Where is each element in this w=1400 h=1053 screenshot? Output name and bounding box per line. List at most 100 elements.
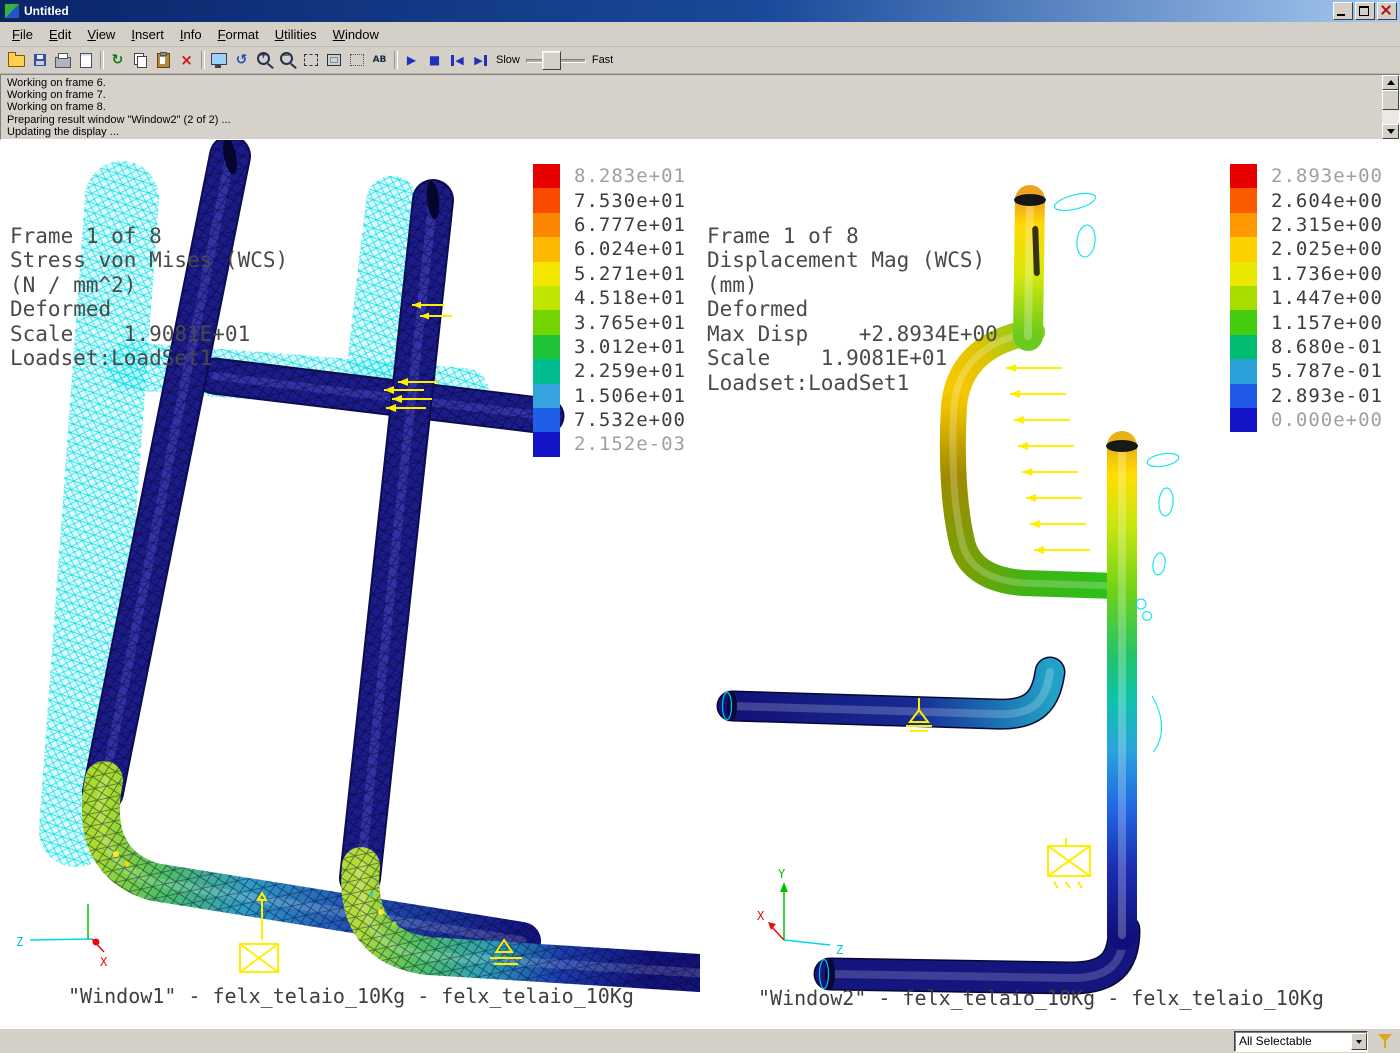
legend-color-patch <box>1230 310 1257 335</box>
scroll-up-button[interactable] <box>1382 75 1399 90</box>
legend-color-patch <box>533 310 560 335</box>
print-button[interactable] <box>51 50 74 70</box>
menu-item-utilities[interactable]: Utilities <box>267 24 325 45</box>
message-line: Working on frame 7. <box>7 89 106 102</box>
header-line: Max Disp +2.8934E+00 <box>707 321 998 346</box>
legend-color-patch <box>1230 285 1257 311</box>
legend-value: 0.000e+00 <box>1271 409 1383 432</box>
legend-color-patch <box>1230 359 1257 384</box>
header-line: (N / mm^2) <box>10 272 137 297</box>
refit-button[interactable] <box>322 50 345 70</box>
message-line: Working on frame 6. <box>7 77 106 89</box>
application-window: Untitled File Edit View Insert Info Format Uti… <box>0 0 1400 1053</box>
minimize-button[interactable] <box>1333 2 1353 20</box>
zoom-in-icon <box>256 51 270 65</box>
maximize-button[interactable] <box>1355 2 1375 20</box>
legend-color-patch <box>533 334 560 360</box>
zoom-out-button[interactable] <box>276 50 299 70</box>
menu-item-window[interactable]: Window <box>325 24 387 45</box>
printer-icon <box>54 53 71 68</box>
legend-row: 2.315e+00 <box>1230 212 1383 238</box>
combo-dropdown-button[interactable] <box>1351 1032 1367 1050</box>
legend-value: 1.506e+01 <box>574 384 686 407</box>
legend-value: 1.447e+00 <box>1271 287 1383 310</box>
legend-row: 7.532e+00 <box>533 407 686 433</box>
step-forward-button[interactable]: ▶ <box>469 50 492 70</box>
message-scrollbar[interactable] <box>1382 75 1399 139</box>
legend-row: 1.736e+00 <box>1230 261 1383 286</box>
paste-button[interactable] <box>152 50 175 70</box>
model-labels-button[interactable]: AB <box>368 50 391 70</box>
stop-button[interactable]: ■ <box>423 50 446 70</box>
status-bar: All Selectable <box>0 1028 1400 1053</box>
print-preview-button[interactable] <box>74 50 97 70</box>
legend-value: 3.012e+01 <box>574 335 686 358</box>
scrollbar-thumb[interactable] <box>1382 90 1399 110</box>
menu-item-edit[interactable]: Edit <box>41 24 79 45</box>
save-icon <box>33 54 46 66</box>
legend-row: 8.283e+01 <box>533 164 686 189</box>
message-area: Working on frame 6. Working on frame 7. Wo… <box>0 74 1400 140</box>
legend-row: 6.777e+01 <box>533 212 686 238</box>
copy-button[interactable] <box>129 50 152 70</box>
csys-window2 <box>768 882 831 946</box>
menu-bar: File Edit View Insert Info Format Utilities Win… <box>0 22 1400 47</box>
axis-label-x: X <box>757 909 765 923</box>
legend-color-patch <box>533 237 560 262</box>
spin-button[interactable]: ↺ <box>230 50 253 70</box>
legend-value: 2.025e+00 <box>1271 238 1383 261</box>
legend-color-patch <box>1230 261 1257 286</box>
scroll-down-button[interactable] <box>1382 124 1399 139</box>
message-lines: Working on frame 6. Working on frame 7. Wo… <box>1 75 1399 138</box>
legend-value: 7.530e+01 <box>574 189 686 212</box>
select-box-button[interactable] <box>345 50 368 70</box>
selection-filter-select[interactable]: All Selectable <box>1234 1030 1368 1052</box>
menu-item-view[interactable]: View <box>79 24 123 45</box>
legend-color-patch <box>533 261 560 286</box>
play-button[interactable]: ▶ <box>400 50 423 70</box>
title-bar: Untitled <box>0 0 1400 22</box>
legend-row: 4.518e+01 <box>533 285 686 311</box>
open-icon <box>8 52 25 67</box>
delete-button[interactable]: × <box>175 50 198 70</box>
select-box-icon <box>349 54 364 66</box>
menu-item-format[interactable]: Format <box>210 24 267 45</box>
speed-slider[interactable] <box>524 50 588 70</box>
step-back-button[interactable]: ◀ <box>446 50 469 70</box>
chevron-down-icon <box>1356 1039 1362 1047</box>
regenerate-button[interactable]: ↻ <box>106 50 129 70</box>
legend-value: 5.787e-01 <box>1271 360 1383 383</box>
repaint-button[interactable] <box>207 50 230 70</box>
header-line: Stress von Mises (WCS) <box>10 248 289 272</box>
legend-row: 8.680e-01 <box>1230 334 1383 360</box>
selection-filter-icon[interactable] <box>1376 1032 1394 1050</box>
legend-value: 6.777e+01 <box>574 213 686 236</box>
toolbar-icons: ↻ × ↺ AB ▶ ■ ◀ ▶ <box>5 50 492 70</box>
menu-item-insert[interactable]: Insert <box>123 24 172 45</box>
page-icon <box>79 52 92 68</box>
spin-arrow-icon: ↺ <box>235 52 248 68</box>
legend-row: 3.012e+01 <box>533 334 686 360</box>
legend-row: 2.259e+01 <box>533 359 686 384</box>
close-button[interactable] <box>1377 2 1397 20</box>
legend-value: 1.736e+00 <box>1271 262 1383 285</box>
save-button[interactable] <box>28 50 51 70</box>
menu-item-info[interactable]: Info <box>172 24 210 45</box>
legend-color-patch <box>1230 334 1257 360</box>
paste-icon <box>157 51 170 68</box>
slider-thumb[interactable] <box>541 51 561 70</box>
legend-value: 2.259e+01 <box>574 360 686 383</box>
toolbar: ↻ × ↺ AB ▶ ■ ◀ ▶ Slow Fast <box>0 47 1400 74</box>
labels-ab-icon: AB <box>372 55 387 65</box>
zoom-in-button[interactable] <box>253 50 276 70</box>
stop-icon: ■ <box>428 53 441 67</box>
legend-color-patch <box>533 407 560 433</box>
header-line: Scale 1.9081E+01 <box>10 321 251 346</box>
zoom-window-button[interactable] <box>299 50 322 70</box>
open-button[interactable] <box>5 50 28 70</box>
legend-value: 3.765e+01 <box>574 311 686 334</box>
legend-color-patch <box>533 164 560 189</box>
message-line: Working on frame 8. <box>7 101 106 114</box>
separator <box>393 51 398 69</box>
menu-item-file[interactable]: File <box>4 24 41 45</box>
